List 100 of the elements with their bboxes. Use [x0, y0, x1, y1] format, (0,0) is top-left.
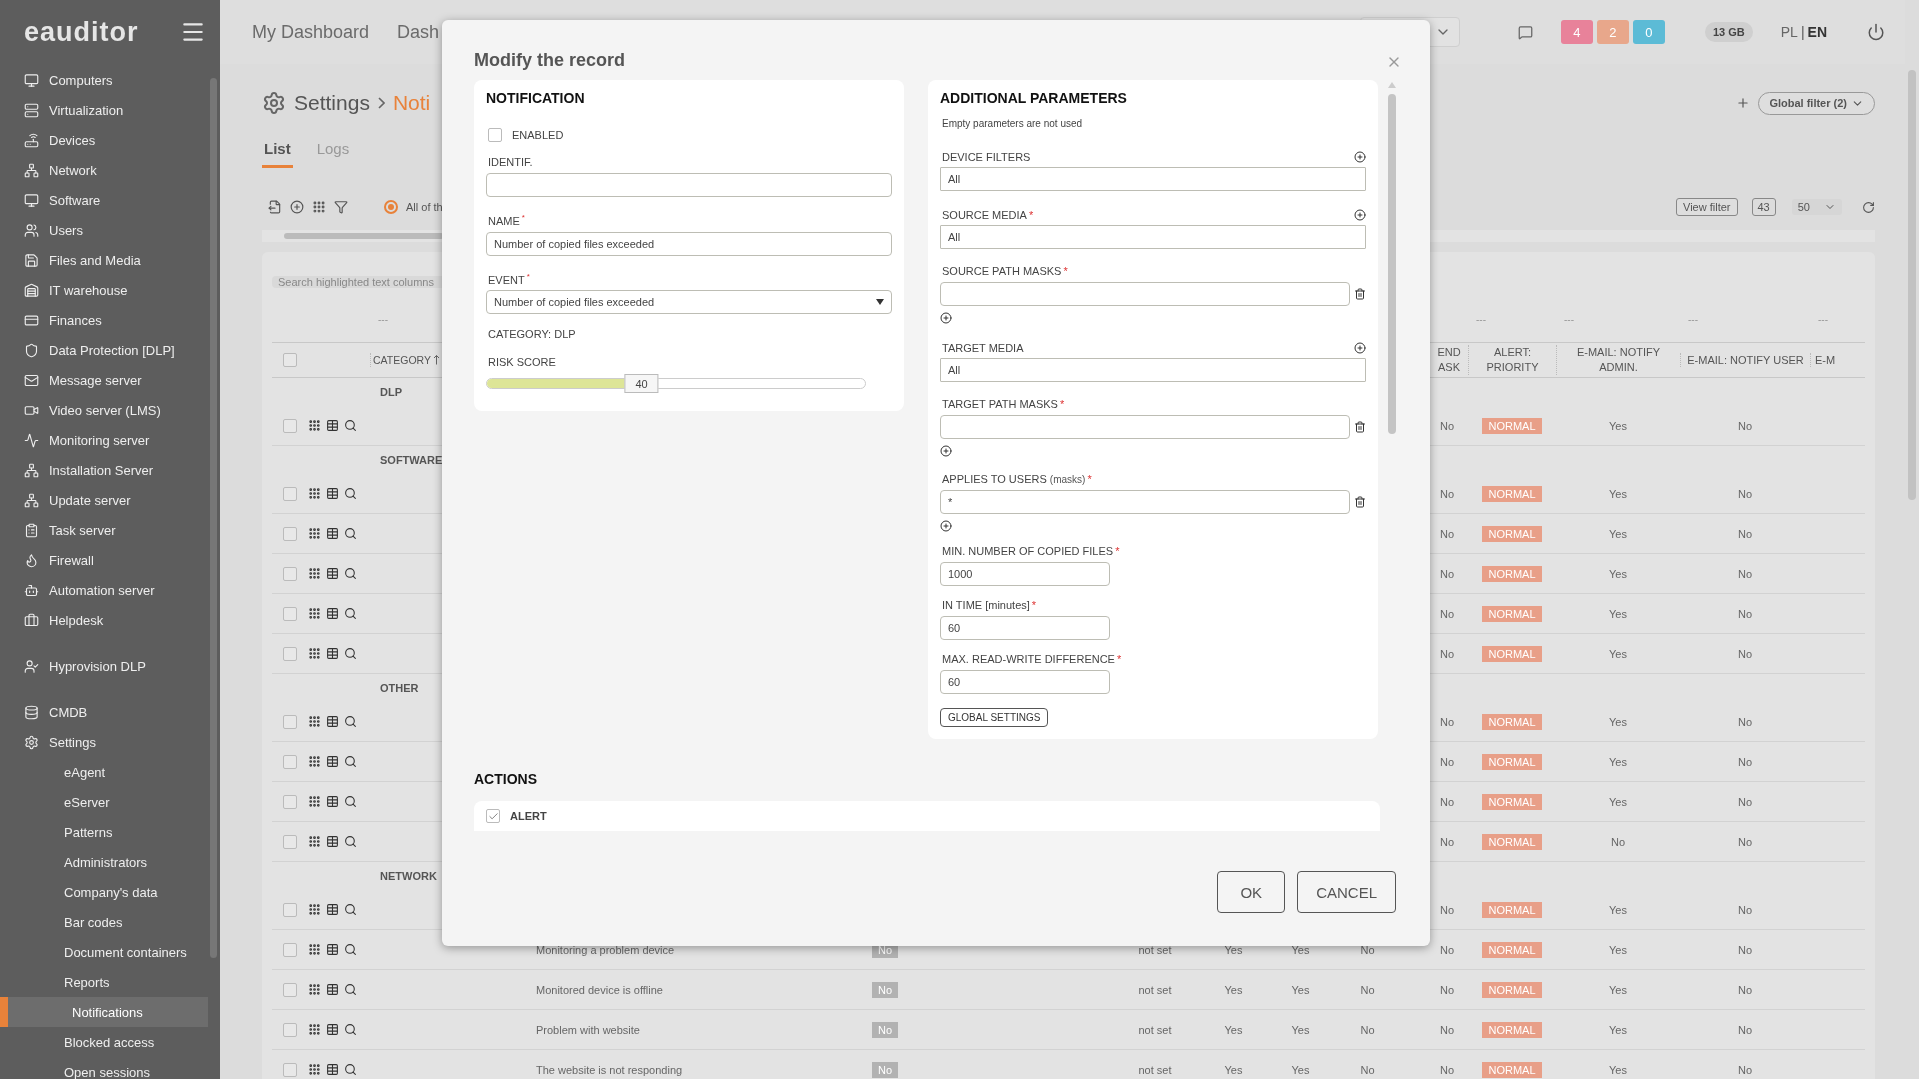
sidebar-subitem[interactable]: Blocked access — [0, 1027, 208, 1057]
table-cell-text: Yes — [1290, 1063, 1311, 1076]
table-cell-text: No — [1736, 487, 1754, 500]
sidebar-item[interactable]: Message server — [0, 365, 208, 395]
column-header[interactable]: E-M — [1810, 352, 1850, 368]
table-cell-text: No — [1736, 607, 1754, 620]
table-cell-text: Yes — [1223, 983, 1244, 996]
column-header[interactable]: ALERT: PRIORITY — [1468, 345, 1556, 375]
sidebar-subitem[interactable]: Open sessions — [0, 1057, 208, 1079]
page-title: Settings — [294, 91, 370, 115]
sidebar-subitem[interactable]: Document containers — [0, 937, 208, 967]
sidebar-item[interactable]: Users — [0, 215, 208, 245]
sidebar-subitem[interactable]: Notifications — [0, 997, 208, 1027]
view-filter-button[interactable]: View filter — [1676, 198, 1738, 216]
radio-label: All of th — [406, 201, 443, 213]
field-label: SOURCE PATH MASKS * — [942, 265, 1069, 277]
sidebar-subitem[interactable]: Bar codes — [0, 907, 208, 937]
global-settings-button[interactable]: GLOBAL SETTINGS — [940, 708, 1049, 727]
language-link[interactable]: PL — [1780, 24, 1798, 40]
table-cell-text: not set — [1137, 983, 1173, 996]
table-cell-text: No — [1736, 1023, 1754, 1036]
table-cell-text: No — [1438, 715, 1455, 728]
sidebar-subitem[interactable]: Company's data — [0, 877, 208, 907]
sidebar-item[interactable]: Files and Media — [0, 245, 208, 275]
table-cell-text: No — [1438, 419, 1455, 432]
input-field[interactable]: 60 — [940, 616, 1110, 640]
sidebar-item[interactable]: CMDB — [0, 697, 208, 727]
nav-link[interactable]: Dash — [397, 21, 440, 43]
dialog-button[interactable]: CANCEL — [1297, 871, 1396, 913]
input-field[interactable]: 60 — [940, 670, 1110, 694]
table-cell-text: Yes — [1608, 943, 1628, 956]
sidebar-item[interactable]: Network — [0, 155, 208, 185]
sidebar-item[interactable]: Video server (LMS) — [0, 395, 208, 425]
input-field[interactable]: All — [940, 225, 1366, 249]
sidebar-item[interactable]: Virtualization — [0, 95, 208, 125]
input-field[interactable]: All — [940, 358, 1366, 382]
sidebar-subitem[interactable]: eAgent — [0, 757, 208, 787]
sidebar-item[interactable]: Data Protection [DLP] — [0, 335, 208, 365]
slider-handle[interactable]: 40 — [624, 374, 659, 394]
table-cell-text: Yes — [1290, 943, 1311, 956]
sidebar-item[interactable]: Computers — [0, 65, 208, 95]
nav-link[interactable]: My Dashboard — [252, 21, 370, 43]
table-cell-text: No — [1736, 755, 1754, 768]
table-cell-text: No — [1438, 1023, 1455, 1036]
sidebar-item-label: Settings — [49, 734, 96, 750]
sidebar-subitem[interactable]: Administrators — [0, 847, 208, 877]
sidebar-item[interactable]: Settings — [0, 727, 208, 757]
table-cell-text: Yes — [1608, 487, 1628, 500]
language-link[interactable]: EN — [1807, 24, 1827, 40]
priority-badge: NORMAL — [1482, 525, 1542, 542]
input-field[interactable]: All — [940, 167, 1366, 191]
sidebar-subitem[interactable]: Reports — [0, 967, 208, 997]
field-label: NAME $^{*}$ — [488, 213, 526, 227]
table-cell-text: Yes — [1290, 983, 1311, 996]
select-field[interactable]: Number of copied files exceeded — [486, 290, 892, 315]
sidebar-item-label: Hyprovision DLP — [49, 658, 146, 674]
column-header[interactable]: E-MAIL: NOTIFY ADMIN. — [1556, 345, 1680, 375]
sidebar-item[interactable]: Automation server — [0, 575, 208, 605]
sidebar-item-label: CMDB — [49, 704, 88, 720]
field-label: IDENTIF. — [488, 156, 534, 168]
sidebar-item[interactable]: Helpdesk — [0, 605, 208, 635]
input-field[interactable]: 1000 — [940, 562, 1110, 586]
input-field[interactable]: * — [940, 490, 1350, 514]
priority-badge: NORMAL — [1482, 753, 1542, 770]
sidebar-item[interactable]: Devices — [0, 125, 208, 155]
input-field[interactable]: Number of copied files exceeded — [486, 231, 892, 256]
sidebar-item[interactable]: Hyprovision DLP — [0, 651, 208, 681]
sidebar-item[interactable]: Monitoring server — [0, 425, 208, 455]
sidebar-item[interactable]: Firewall — [0, 545, 208, 575]
column-header[interactable]: E-MAIL: NOTIFY USER — [1680, 352, 1810, 368]
table-cell-text: not set — [1137, 1023, 1173, 1036]
sidebar-item[interactable]: Task server — [0, 515, 208, 545]
table-cell-text: No — [1438, 607, 1455, 620]
field-label: APPLIES TO USERS (masks) * — [942, 473, 1093, 485]
group-label: DLP — [379, 386, 403, 398]
dialog-button[interactable]: OK — [1217, 871, 1286, 913]
group-label: OTHER — [379, 682, 420, 694]
column-header[interactable]: END ASK — [1434, 345, 1464, 375]
tab[interactable]: List — [262, 134, 293, 168]
table-cell-text: No — [1438, 567, 1455, 580]
sidebar-item-label: Video server (LMS) — [49, 402, 161, 418]
table-cell-text: No — [1736, 567, 1754, 580]
priority-badge: NORMAL — [1482, 833, 1542, 850]
field-label: SOURCE MEDIA * — [942, 209, 1034, 221]
sidebar-subitem[interactable]: Patterns — [0, 817, 208, 847]
table-cell-text: No — [1438, 795, 1455, 808]
sidebar-item[interactable]: IT warehouse — [0, 275, 208, 305]
global-filter-button[interactable]: Global filter (2) — [1758, 91, 1875, 115]
page-size-select[interactable]: 50 — [1791, 199, 1842, 215]
sidebar-item[interactable]: Update server — [0, 485, 208, 515]
sidebar-subitem[interactable]: eServer — [0, 787, 208, 817]
sidebar-item[interactable]: Finances — [0, 305, 208, 335]
table-cell-text: Yes — [1608, 647, 1628, 660]
sidebar-item[interactable]: Software — [0, 185, 208, 215]
table-cell-text: No — [1736, 903, 1754, 916]
field-label: MIN. NUMBER OF COPIED FILES * — [942, 545, 1121, 557]
sidebar-item[interactable]: Installation Server — [0, 455, 208, 485]
priority-badge: NORMAL — [1482, 645, 1542, 662]
sidebar-item-label: Users — [49, 222, 83, 238]
category-text: CATEGORY: DLP — [488, 328, 577, 341]
